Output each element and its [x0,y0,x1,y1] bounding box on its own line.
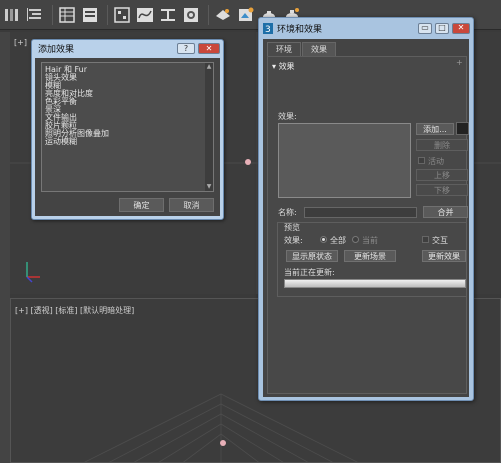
all-radio[interactable] [320,236,327,243]
command-strip [0,32,10,463]
graph-editor-icon[interactable] [112,5,132,25]
interactive-label: 交互 [432,236,448,245]
ok-button[interactable]: 确定 [119,198,164,212]
list-item[interactable]: 运动模糊 [45,138,205,146]
effects-scope-label: 效果: [284,236,303,245]
add-button[interactable]: 添加... [416,123,454,135]
minimize-icon[interactable]: ▭ [418,22,432,34]
interactive-checkbox[interactable] [422,236,429,243]
delete-button[interactable]: 删除 [416,139,468,151]
show-original-button[interactable]: 显示原状态 [286,250,338,262]
add-effect-dialog: 添加效果 ? ✕ Hair 和 Fur 镜头效果 模糊 亮度和对比度 色彩平衡 … [31,39,224,220]
render-setup-icon[interactable] [213,5,233,25]
color-swatch[interactable] [456,122,469,135]
toolbar-separator [52,4,53,25]
list-item[interactable]: 镜头效果 [45,74,205,82]
active-label: 活动 [428,157,444,166]
app-icon: 3 [263,22,273,34]
rollout-title: 效果 [278,62,295,71]
scroll-down-icon[interactable]: ▼ [206,184,212,190]
env-titlebar[interactable]: 3 环境和效果 ▭ □ ✕ [259,18,473,38]
align-icon[interactable] [25,5,45,25]
env-title: 环境和效果 [277,24,323,35]
name-label: 名称: [278,208,297,217]
help-button[interactable]: ? [177,43,195,54]
tab-effects[interactable]: 效果 [302,42,336,56]
status-text: 当前正在更新: [284,268,335,277]
close-button[interactable]: ✕ [198,43,220,54]
render-frame-icon[interactable] [236,5,256,25]
effects-label: 效果: [278,112,297,121]
move-down-button[interactable]: 下移 [416,184,468,196]
rollout-pin-icon[interactable]: + [456,59,464,67]
schematic-icon[interactable] [158,5,178,25]
update-scene-button[interactable]: 更新场景 [344,250,396,262]
update-progress-bar [284,279,466,288]
effect-list[interactable]: Hair 和 Fur 镜头效果 模糊 亮度和对比度 色彩平衡 景深 文件输出 胶… [41,62,214,192]
tab-bar: 环境 效果 [267,42,337,56]
maximize-icon[interactable]: □ [435,22,449,34]
tab-environment[interactable]: 环境 [267,42,301,56]
current-label: 当前 [362,236,378,245]
all-label: 全部 [330,236,346,245]
table-icon[interactable] [57,5,77,25]
update-effect-button[interactable]: 更新效果 [422,250,466,262]
add-effect-titlebar[interactable]: 添加效果 ? ✕ [32,40,223,57]
curve-editor-icon[interactable] [135,5,155,25]
environment-effects-window: 3 环境和效果 ▭ □ ✕ 环境 效果 ▾ 效果 + 效果: 添加... 删除 … [258,17,474,401]
preview-label: 预览 [284,223,300,232]
toolbar-separator [107,4,108,25]
dialog-title: 添加效果 [38,45,75,55]
current-radio[interactable] [352,236,359,243]
svg-text:3: 3 [265,25,271,34]
list-scrollbar[interactable]: ▲ ▼ [205,63,213,191]
select-region-icon[interactable] [2,5,22,25]
add-effect-client: Hair 和 Fur 镜头效果 模糊 亮度和对比度 色彩平衡 景深 文件输出 胶… [35,58,220,216]
toolbar-separator [208,4,209,25]
name-field[interactable] [304,207,417,218]
effects-rollout-header[interactable]: ▾ 效果 [272,61,295,72]
scroll-up-icon[interactable]: ▲ [206,64,212,70]
active-checkbox[interactable] [418,157,425,164]
env-client: 环境 效果 ▾ 效果 + 效果: 添加... 删除 活动 上移 下移 名称: 合… [263,39,469,397]
move-up-button[interactable]: 上移 [416,169,468,181]
effects-list[interactable] [278,123,411,198]
merge-button[interactable]: 合并 [423,206,468,218]
list-item[interactable]: 色彩平衡 [45,98,205,106]
env-close-button[interactable]: ✕ [452,22,470,34]
layers-icon[interactable] [80,5,100,25]
cancel-button[interactable]: 取消 [169,198,214,212]
effects-panel: ▾ 效果 + 效果: 添加... 删除 活动 上移 下移 名称: 合并 预览 效… [267,56,469,394]
material-editor-icon[interactable] [181,5,201,25]
